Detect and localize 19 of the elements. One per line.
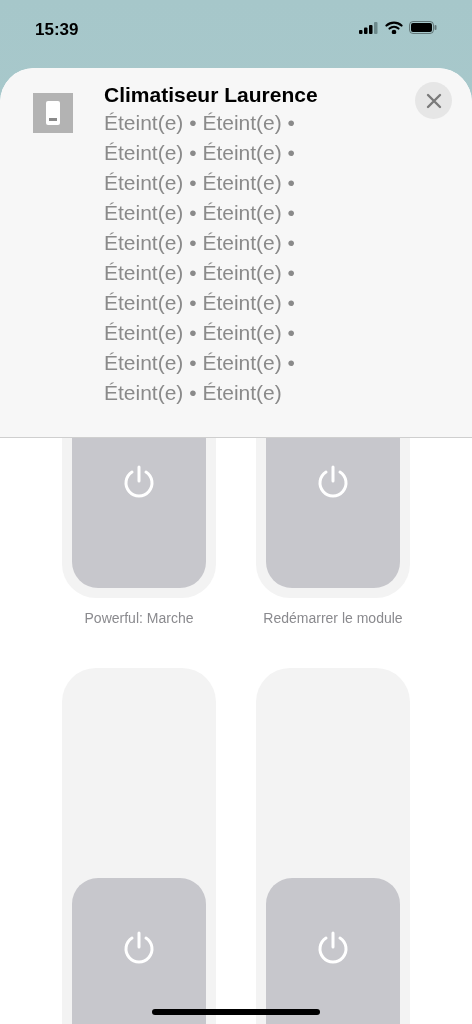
signal-icon xyxy=(359,21,379,34)
switch-tile[interactable] xyxy=(256,438,410,598)
power-icon xyxy=(122,930,156,966)
tile-label: Powerful: Marche xyxy=(84,609,194,628)
device-icon xyxy=(33,93,73,133)
switch-tile[interactable] xyxy=(256,668,410,1024)
device-title: Climatiseur Laurence xyxy=(104,82,319,108)
wifi-icon xyxy=(385,21,403,34)
tile-label: Redémarrer le module xyxy=(263,609,403,628)
status-time: 15:39 xyxy=(35,19,79,41)
battery-icon xyxy=(409,21,437,34)
switch-tile[interactable] xyxy=(62,668,216,1024)
power-icon xyxy=(316,930,350,966)
switch-tile[interactable] xyxy=(62,438,216,598)
device-status: Éteint(e) • Éteint(e) • Éteint(e) • Éteint(e) • Éteint(e) • Éteint(e) • Éteint(e) • Éteint(e) • Éteint(e) • Éteint(e) • Éteint(e) • Éteint(e) • Éteint(e) • Éteint(e) • Éteint(e) • Éteint(e) • Éteint(e) • Éteint(e) • Éteint(e) • Éteint(e) xyxy=(104,110,296,406)
close-button[interactable] xyxy=(415,82,452,119)
close-icon xyxy=(425,92,442,109)
power-icon xyxy=(122,464,156,500)
power-icon xyxy=(316,464,350,500)
